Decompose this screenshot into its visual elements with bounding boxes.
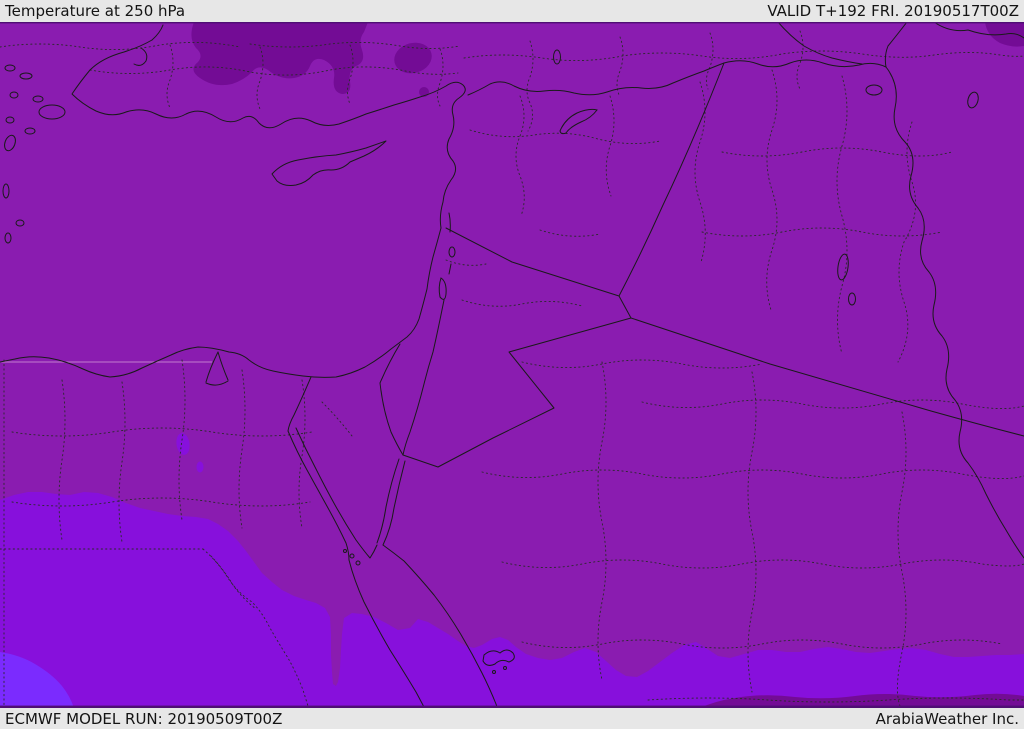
weather-map bbox=[0, 22, 1024, 708]
footer-bar: ECMWF MODEL RUN: 20190509T00Z ArabiaWeat… bbox=[0, 708, 1024, 729]
arabiaweather-model-chart-window: Temperature at 250 hPa VALID T+192 FRI. … bbox=[0, 0, 1024, 729]
model-run-label: ECMWF MODEL RUN: 20190509T00Z bbox=[5, 709, 283, 728]
branding-label: ArabiaWeather Inc. bbox=[875, 709, 1019, 728]
header-bar: Temperature at 250 hPa VALID T+192 FRI. … bbox=[0, 0, 1024, 22]
weather-map-canvas bbox=[0, 22, 1024, 708]
valid-time-label: VALID T+192 FRI. 20190517T00Z bbox=[767, 2, 1019, 20]
page-title: Temperature at 250 hPa bbox=[5, 2, 186, 20]
